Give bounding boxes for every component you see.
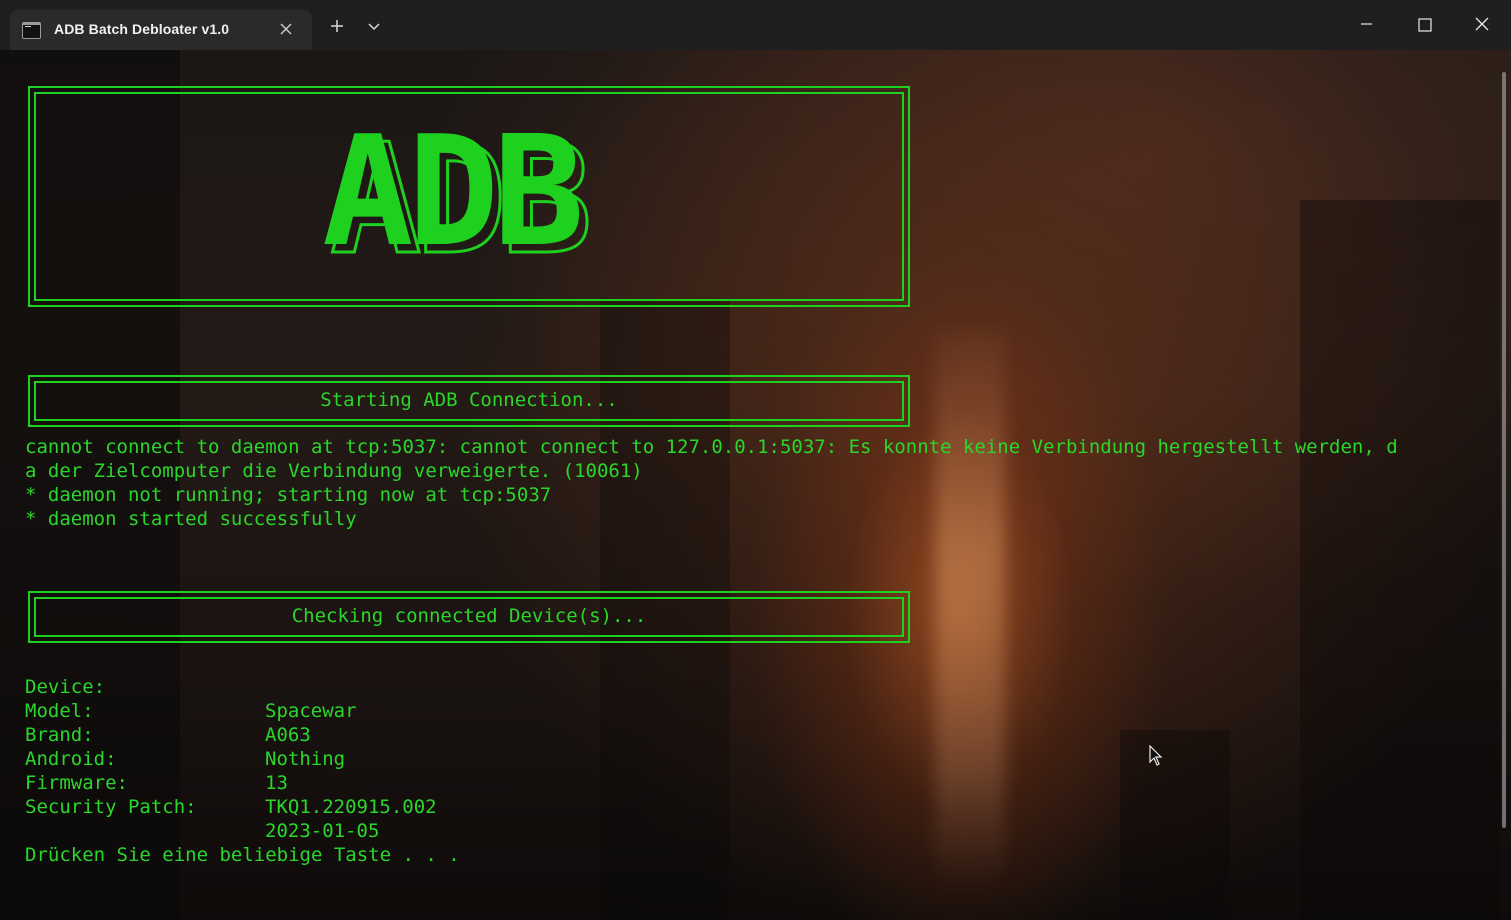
device-info-value: TKQ1.220915.002 (265, 796, 437, 818)
tab-title: ADB Batch Debloater v1.0 (54, 21, 230, 37)
device-info-value: 2023-01-05 (265, 820, 380, 842)
log-line: * daemon started successfully (25, 508, 357, 530)
background-building (1300, 200, 1500, 920)
close-icon[interactable] (1453, 0, 1511, 50)
light-beam (935, 330, 1005, 890)
device-info-row: Firmware: TKQ1.220915.002 (25, 747, 825, 818)
minimize-icon[interactable] (1337, 0, 1395, 50)
press-any-key-prompt: Drücken Sie eine beliebige Taste . . . (25, 844, 460, 866)
device-info-row: Model: A063 (25, 675, 825, 746)
log-line: a der Zielcomputer die Verbindung verwei… (25, 460, 643, 482)
section-header-devices: Checking connected Device(s)... (28, 591, 910, 643)
terminal-icon (22, 22, 41, 39)
maximize-icon[interactable] (1395, 0, 1453, 50)
device-info-row: Security Patch: 2023-01-05 (25, 771, 825, 842)
close-icon[interactable] (276, 19, 296, 39)
title-bar: ADB Batch Debloater v1.0 (0, 0, 1511, 50)
mouse-cursor-icon (1149, 745, 1163, 766)
section-header-adb-connection: Starting ADB Connection... (28, 375, 910, 427)
plus-icon[interactable] (322, 10, 352, 42)
log-line: cannot connect to daemon at tcp:5037: ca… (25, 436, 1398, 458)
log-line: * daemon not running; starting now at tc… (25, 484, 552, 506)
scrollbar[interactable] (1502, 72, 1506, 828)
device-info-row: Device: Spacewar (25, 651, 825, 722)
device-info-row: Android: 13 (25, 723, 825, 794)
adb-logo: ADB ADB (322, 120, 596, 270)
chevron-down-icon[interactable] (360, 10, 388, 42)
device-info-key: Security Patch: (25, 796, 197, 818)
section-title: Starting ADB Connection... (320, 389, 618, 411)
background-building (1120, 730, 1230, 920)
terminal-output[interactable]: ADB ADB Starting ADB Connection... canno… (0, 50, 1511, 920)
device-info-row: Brand: Nothing (25, 699, 825, 770)
tab-adb-batch-debloater[interactable]: ADB Batch Debloater v1.0 (10, 10, 312, 50)
terminal-window: ADB Batch Debloater v1.0 ADB ADB Startin… (0, 0, 1511, 920)
logo-text-fill: ADB (322, 120, 580, 270)
section-title: Checking connected Device(s)... (291, 605, 647, 627)
